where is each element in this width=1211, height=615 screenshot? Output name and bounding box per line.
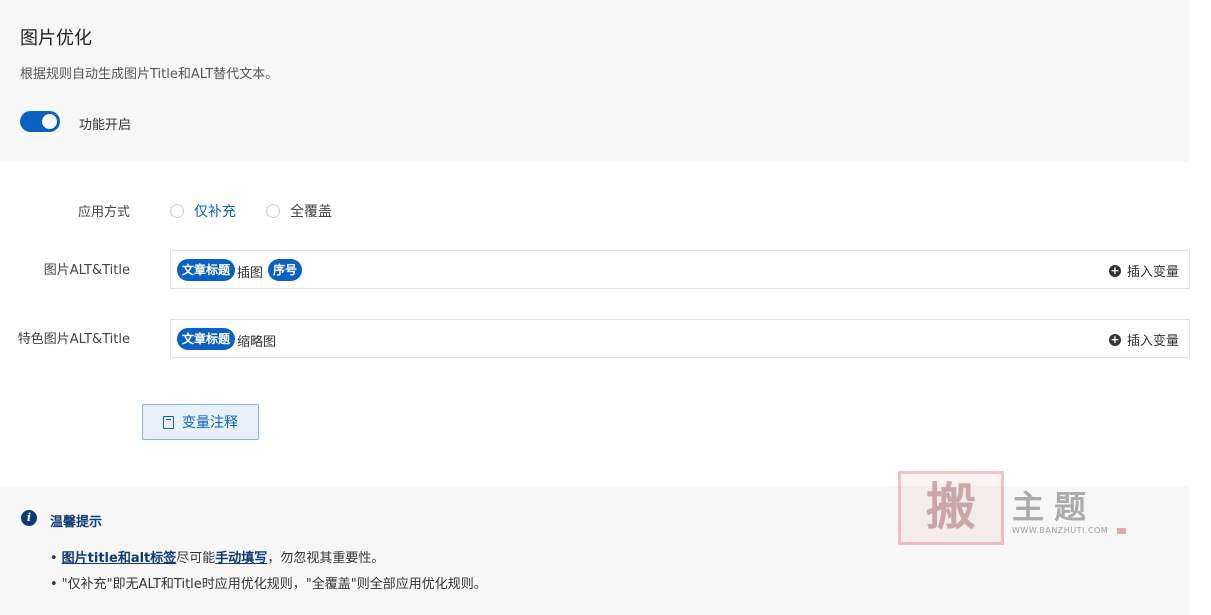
page-description: 根据规则自动生成图片Title和ALT替代文本。 [20, 67, 279, 82]
feature-toggle[interactable] [20, 111, 60, 132]
variable-chip-post-title[interactable]: 文章标题 [177, 259, 236, 281]
bullet: • [50, 577, 58, 592]
watermark-text: 主题 [1012, 488, 1097, 526]
insert-variable-label: 插入变量 [1126, 334, 1179, 349]
plus-circle-icon: + [1108, 332, 1121, 346]
radio-supplement-label: 仅补充 [194, 204, 236, 220]
watermark-tag [1117, 528, 1126, 534]
bookmark-icon [163, 415, 174, 429]
radio-circle [170, 204, 184, 218]
tip-link-manual[interactable]: 手动填写 [215, 551, 267, 566]
page-title: 图片优化 [20, 28, 92, 49]
radio-overwrite[interactable]: 全覆盖 [266, 201, 332, 221]
variable-notes-label: 变量注释 [182, 415, 238, 431]
apply-mode-label: 应用方式 [77, 205, 130, 220]
tip-text: "仅补充"即无ALT和Title时应用优化规则，"全覆盖"则全部应用优化规则。 [61, 577, 487, 592]
radio-overwrite-label: 全覆盖 [290, 204, 332, 220]
bullet: • [50, 551, 58, 566]
variable-chip-index[interactable]: 序号 [268, 259, 303, 281]
tip-line-2: • "仅补充"即无ALT和Title时应用优化规则，"全覆盖"则全部应用优化规则。 [50, 573, 487, 592]
insert-variable-button[interactable]: + 插入变量 [1108, 261, 1179, 280]
radio-supplement[interactable]: 仅补充 [170, 201, 236, 221]
tip-text: ，勿忽视其重要性。 [267, 551, 385, 566]
featured-alt-title-label: 特色图片ALT&Title [17, 332, 130, 347]
tip-link-alt-title[interactable]: 图片title和alt标签 [62, 551, 177, 566]
info-icon: i [21, 510, 37, 526]
image-alt-title-input[interactable]: 文章标题 插图 序号 + 插入变量 [170, 250, 1190, 289]
tip-text: 尽可能 [176, 551, 216, 566]
plus-circle-icon: + [1108, 263, 1121, 277]
image-alt-title-label: 图片ALT&Title [43, 263, 130, 278]
toggle-label: 功能开启 [79, 118, 132, 133]
toggle-knob [42, 114, 57, 129]
variable-chip-post-title[interactable]: 文章标题 [177, 328, 236, 350]
static-text: 插图 [237, 266, 264, 281]
insert-variable-button[interactable]: + 插入变量 [1108, 330, 1179, 349]
featured-alt-title-input[interactable]: 文章标题 缩略图 + 插入变量 [170, 319, 1190, 358]
watermark-url: WWW.BANZHUTI.COM [1012, 526, 1109, 535]
variable-notes-button[interactable]: 变量注释 [142, 404, 259, 440]
insert-variable-label: 插入变量 [1126, 265, 1179, 280]
watermark-seal: 搬 [898, 471, 1004, 545]
tips-title: 温馨提示 [50, 515, 103, 530]
tip-line-1: • 图片title和alt标签尽可能手动填写，勿忽视其重要性。 [50, 547, 384, 566]
radio-circle [266, 204, 280, 218]
static-text: 缩略图 [237, 335, 277, 350]
